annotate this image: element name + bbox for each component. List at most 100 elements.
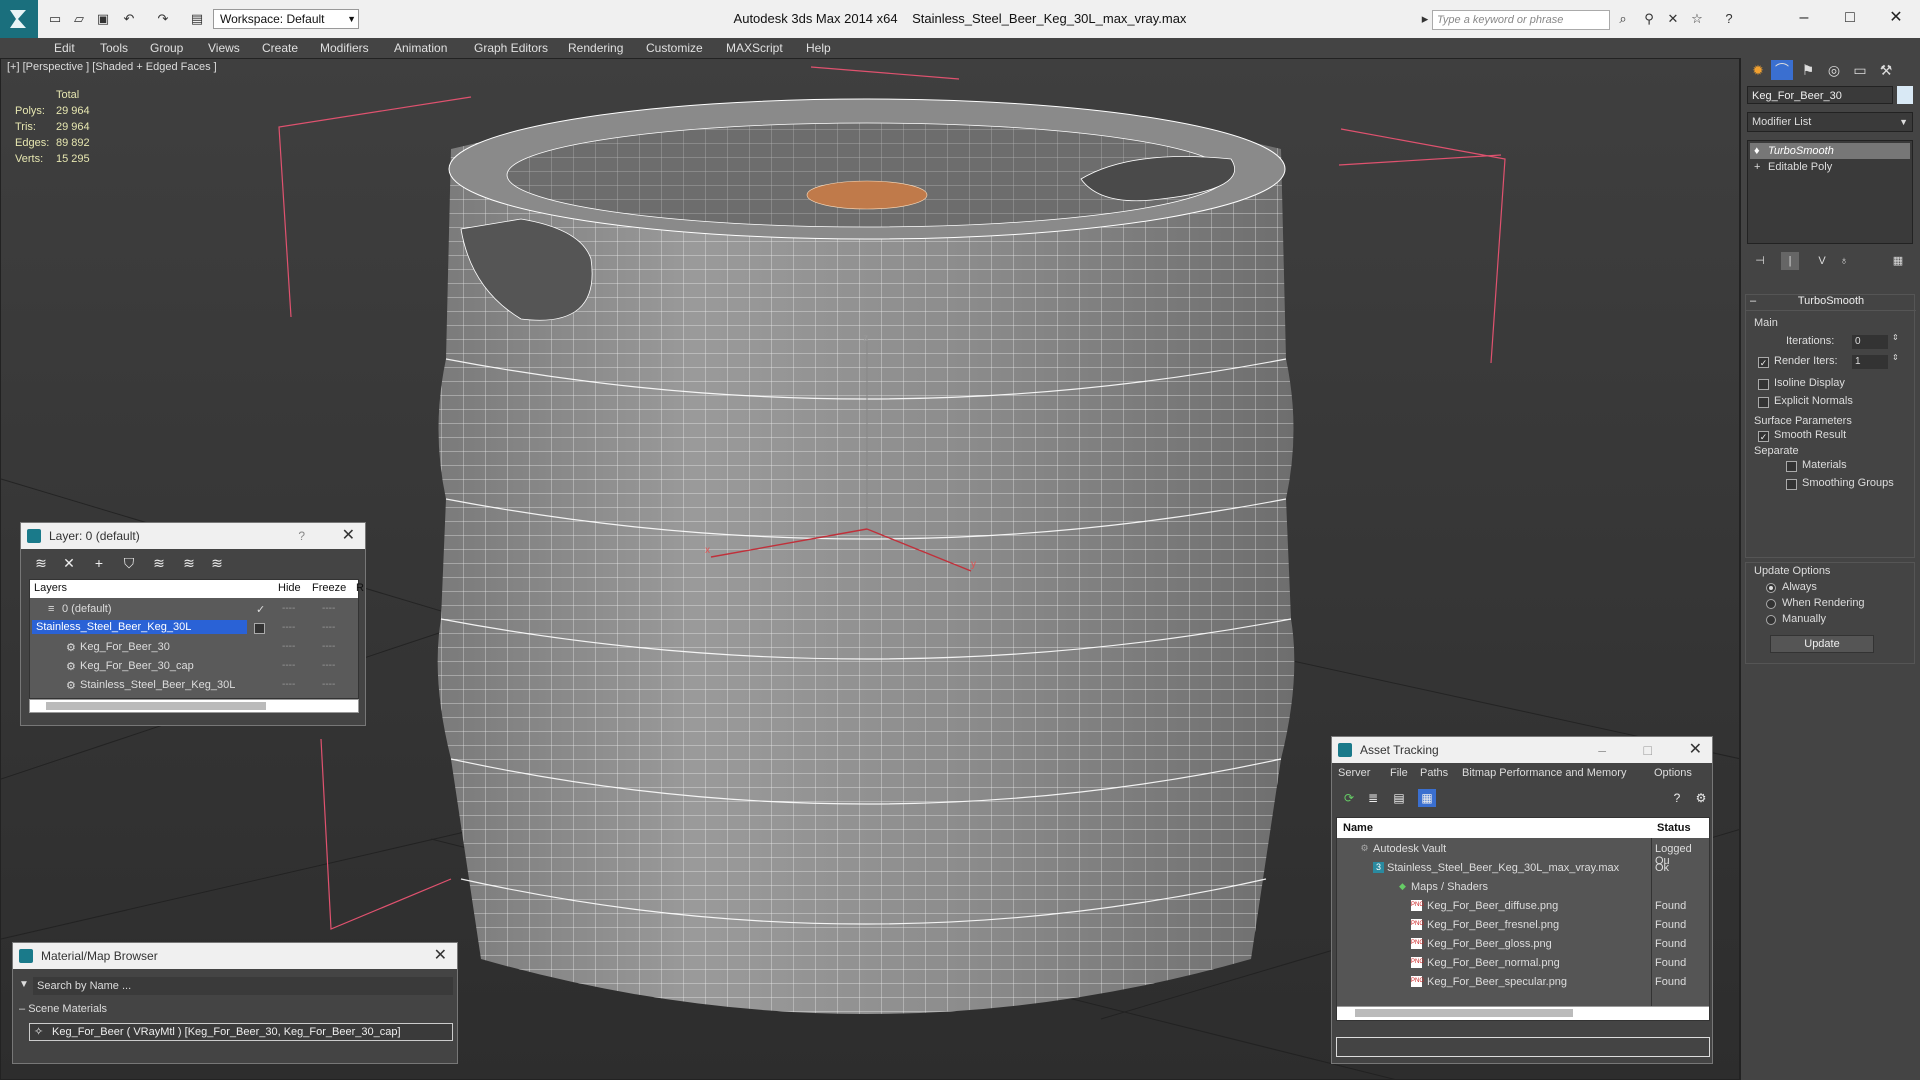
current-layer-checkbox[interactable] xyxy=(254,623,265,634)
tree-view-icon[interactable]: ▤ xyxy=(1390,789,1408,807)
material-map-browser-window[interactable]: Material/Map Browser ✕ ▼ Search by Name … xyxy=(12,942,458,1064)
modifier-list-dropdown[interactable]: Modifier List ▼ xyxy=(1747,112,1913,132)
help-icon[interactable]: ? xyxy=(1720,10,1738,28)
col-name[interactable]: Name xyxy=(1343,822,1373,834)
select-objects-icon[interactable]: ⛉ xyxy=(119,553,139,573)
menu-rendering[interactable]: Rendering xyxy=(568,41,623,55)
minimize-button[interactable]: – xyxy=(1598,737,1606,763)
close-icon[interactable]: ✕ xyxy=(434,943,447,969)
create-tab-icon[interactable]: ✹ xyxy=(1747,60,1769,80)
workspace-dropdown[interactable]: Workspace: Default ▼ xyxy=(213,9,359,29)
hide-toggle[interactable]: ---- xyxy=(282,603,295,614)
options-icon[interactable]: ⚙ xyxy=(1692,789,1710,807)
communication-icon[interactable]: ✕ xyxy=(1664,10,1682,28)
asset-row[interactable]: ⚙ Autodesk Vault Logged Ou xyxy=(1337,840,1709,867)
make-unique-icon[interactable]: V xyxy=(1813,252,1831,270)
asset-row[interactable]: PNG Keg_For_Beer_normal.png Found xyxy=(1337,954,1709,973)
asset-row[interactable]: PNG Keg_For_Beer_diffuse.png Found xyxy=(1337,897,1709,916)
smoothing-groups-checkbox[interactable] xyxy=(1786,479,1797,490)
freeze-all-icon[interactable]: ≋ xyxy=(207,553,227,573)
stack-item-editable-poly[interactable]: + Editable Poly xyxy=(1750,159,1910,175)
freeze-toggle[interactable]: ---- xyxy=(322,641,335,652)
motion-tab-icon[interactable]: ◎ xyxy=(1823,60,1845,80)
help-icon[interactable]: ? xyxy=(1668,789,1686,807)
asset-row[interactable]: PNG Keg_For_Beer_fresnel.png Found xyxy=(1337,916,1709,935)
configure-sets-icon[interactable]: ▦ xyxy=(1889,252,1907,270)
maximize-button[interactable]: □ xyxy=(1644,737,1652,763)
freeze-toggle[interactable]: ---- xyxy=(322,622,335,633)
asset-tracking-titlebar[interactable]: Asset Tracking – □ ✕ xyxy=(1332,737,1712,763)
show-end-result-icon[interactable]: | xyxy=(1781,252,1799,270)
maximize-button[interactable]: □ xyxy=(1830,4,1870,32)
material-search-input[interactable]: Search by Name ... xyxy=(33,977,453,995)
render-iters-checkbox[interactable]: ✓ xyxy=(1758,357,1769,368)
col-freeze[interactable]: Freeze xyxy=(312,582,346,594)
menu-paths[interactable]: Paths xyxy=(1420,767,1448,779)
freeze-toggle[interactable]: ---- xyxy=(322,679,335,690)
col-status[interactable]: Status xyxy=(1657,822,1691,834)
horizontal-scrollbar[interactable] xyxy=(29,699,359,713)
create-layer-icon[interactable]: ≋ xyxy=(31,553,51,573)
object-color-swatch[interactable] xyxy=(1897,86,1913,104)
search-input[interactable]: Type a keyword or phrase xyxy=(1432,10,1610,30)
col-hide[interactable]: Hide xyxy=(278,582,301,594)
menu-modifiers[interactable]: Modifiers xyxy=(320,41,369,55)
binoculars-icon[interactable]: ⌕ xyxy=(1614,10,1632,28)
menu-file[interactable]: File xyxy=(1390,767,1408,779)
asset-row[interactable]: 3 Stainless_Steel_Beer_Keg_30L_max_vray.… xyxy=(1337,859,1709,878)
hierarchy-tab-icon[interactable]: ⚑ xyxy=(1797,60,1819,80)
menu-help[interactable]: Help xyxy=(806,41,831,55)
add-to-layer-icon[interactable]: + xyxy=(89,553,109,573)
menu-tools[interactable]: Tools xyxy=(100,41,128,55)
layer-window-titlebar[interactable]: Layer: 0 (default) ? ✕ xyxy=(21,523,365,549)
layer-row[interactable]: Stainless_Steel_Beer_Keg_30L ---- ---- xyxy=(30,619,358,638)
delete-layer-icon[interactable]: ✕ xyxy=(59,553,79,573)
redo-icon[interactable]: ↷ xyxy=(154,10,172,28)
object-name-field[interactable]: Keg_For_Beer_30 xyxy=(1747,86,1893,104)
hide-toggle[interactable]: ---- xyxy=(282,679,295,690)
scrollbar-thumb[interactable] xyxy=(1355,1009,1573,1017)
stack-item-turbosmooth[interactable]: ♦ TurboSmooth xyxy=(1750,143,1910,159)
hide-all-icon[interactable]: ≋ xyxy=(179,553,199,573)
smooth-result-checkbox[interactable]: ✓ xyxy=(1758,431,1769,442)
when-rendering-radio[interactable] xyxy=(1766,599,1776,609)
expand-icon[interactable]: + xyxy=(1754,159,1760,175)
menu-animation[interactable]: Animation xyxy=(394,41,447,55)
material-browser-titlebar[interactable]: Material/Map Browser ✕ xyxy=(13,943,457,969)
menu-bitmap-performance[interactable]: Bitmap Performance and Memory xyxy=(1462,767,1626,779)
freeze-toggle[interactable]: ---- xyxy=(322,603,335,614)
isoline-checkbox[interactable] xyxy=(1758,379,1769,390)
asset-row[interactable]: PNG Keg_For_Beer_gloss.png Found xyxy=(1337,935,1709,954)
project-folder-icon[interactable]: ▤ xyxy=(188,10,206,28)
minimize-button[interactable]: – xyxy=(1784,4,1824,32)
pin-stack-icon[interactable]: ⊣ xyxy=(1751,252,1769,270)
material-item[interactable]: ✧ Keg_For_Beer ( VRayMtl ) [Keg_For_Beer… xyxy=(29,1023,453,1041)
list-view-icon[interactable]: ≣ xyxy=(1364,789,1382,807)
utilities-tab-icon[interactable]: ⚒ xyxy=(1875,60,1897,80)
favorites-star-icon[interactable]: ☆ xyxy=(1688,10,1706,28)
menu-create[interactable]: Create xyxy=(262,41,298,55)
app-logo-icon[interactable] xyxy=(0,0,38,38)
display-tab-icon[interactable]: ▭ xyxy=(1849,60,1871,80)
asset-tracking-window[interactable]: Asset Tracking – □ ✕ Server File Paths B… xyxy=(1331,736,1713,1064)
menu-edit[interactable]: Edit xyxy=(54,41,75,55)
modify-tab-icon[interactable]: ⌒ xyxy=(1771,60,1793,80)
undo-icon[interactable]: ↶ xyxy=(120,10,138,28)
manually-radio[interactable] xyxy=(1766,615,1776,625)
current-layer-check-icon[interactable]: ✓ xyxy=(256,603,265,616)
layer-object-row[interactable]: ⚙ Keg_For_Beer_30 ---- ---- xyxy=(30,638,358,657)
explicit-normals-checkbox[interactable] xyxy=(1758,397,1769,408)
render-iters-spinner[interactable]: 1 xyxy=(1852,355,1888,369)
new-file-icon[interactable]: ▭ xyxy=(46,10,64,28)
filter-icon[interactable]: ▼ xyxy=(19,979,29,990)
update-button[interactable]: Update xyxy=(1770,635,1874,653)
freeze-toggle[interactable]: ---- xyxy=(322,660,335,671)
scrollbar-thumb[interactable] xyxy=(46,702,266,710)
horizontal-scrollbar[interactable] xyxy=(1337,1006,1709,1020)
layer-object-row[interactable]: ⚙ Keg_For_Beer_30_cap ---- ---- xyxy=(30,657,358,676)
menu-customize[interactable]: Customize xyxy=(646,41,703,55)
layer-object-row[interactable]: ⚙ Stainless_Steel_Beer_Keg_30L ---- ---- xyxy=(30,676,358,695)
menu-graph-editors[interactable]: Graph Editors xyxy=(474,41,548,55)
asset-row[interactable]: PNG Keg_For_Beer_specular.png Found xyxy=(1337,973,1709,992)
save-icon[interactable]: ▣ xyxy=(94,10,112,28)
